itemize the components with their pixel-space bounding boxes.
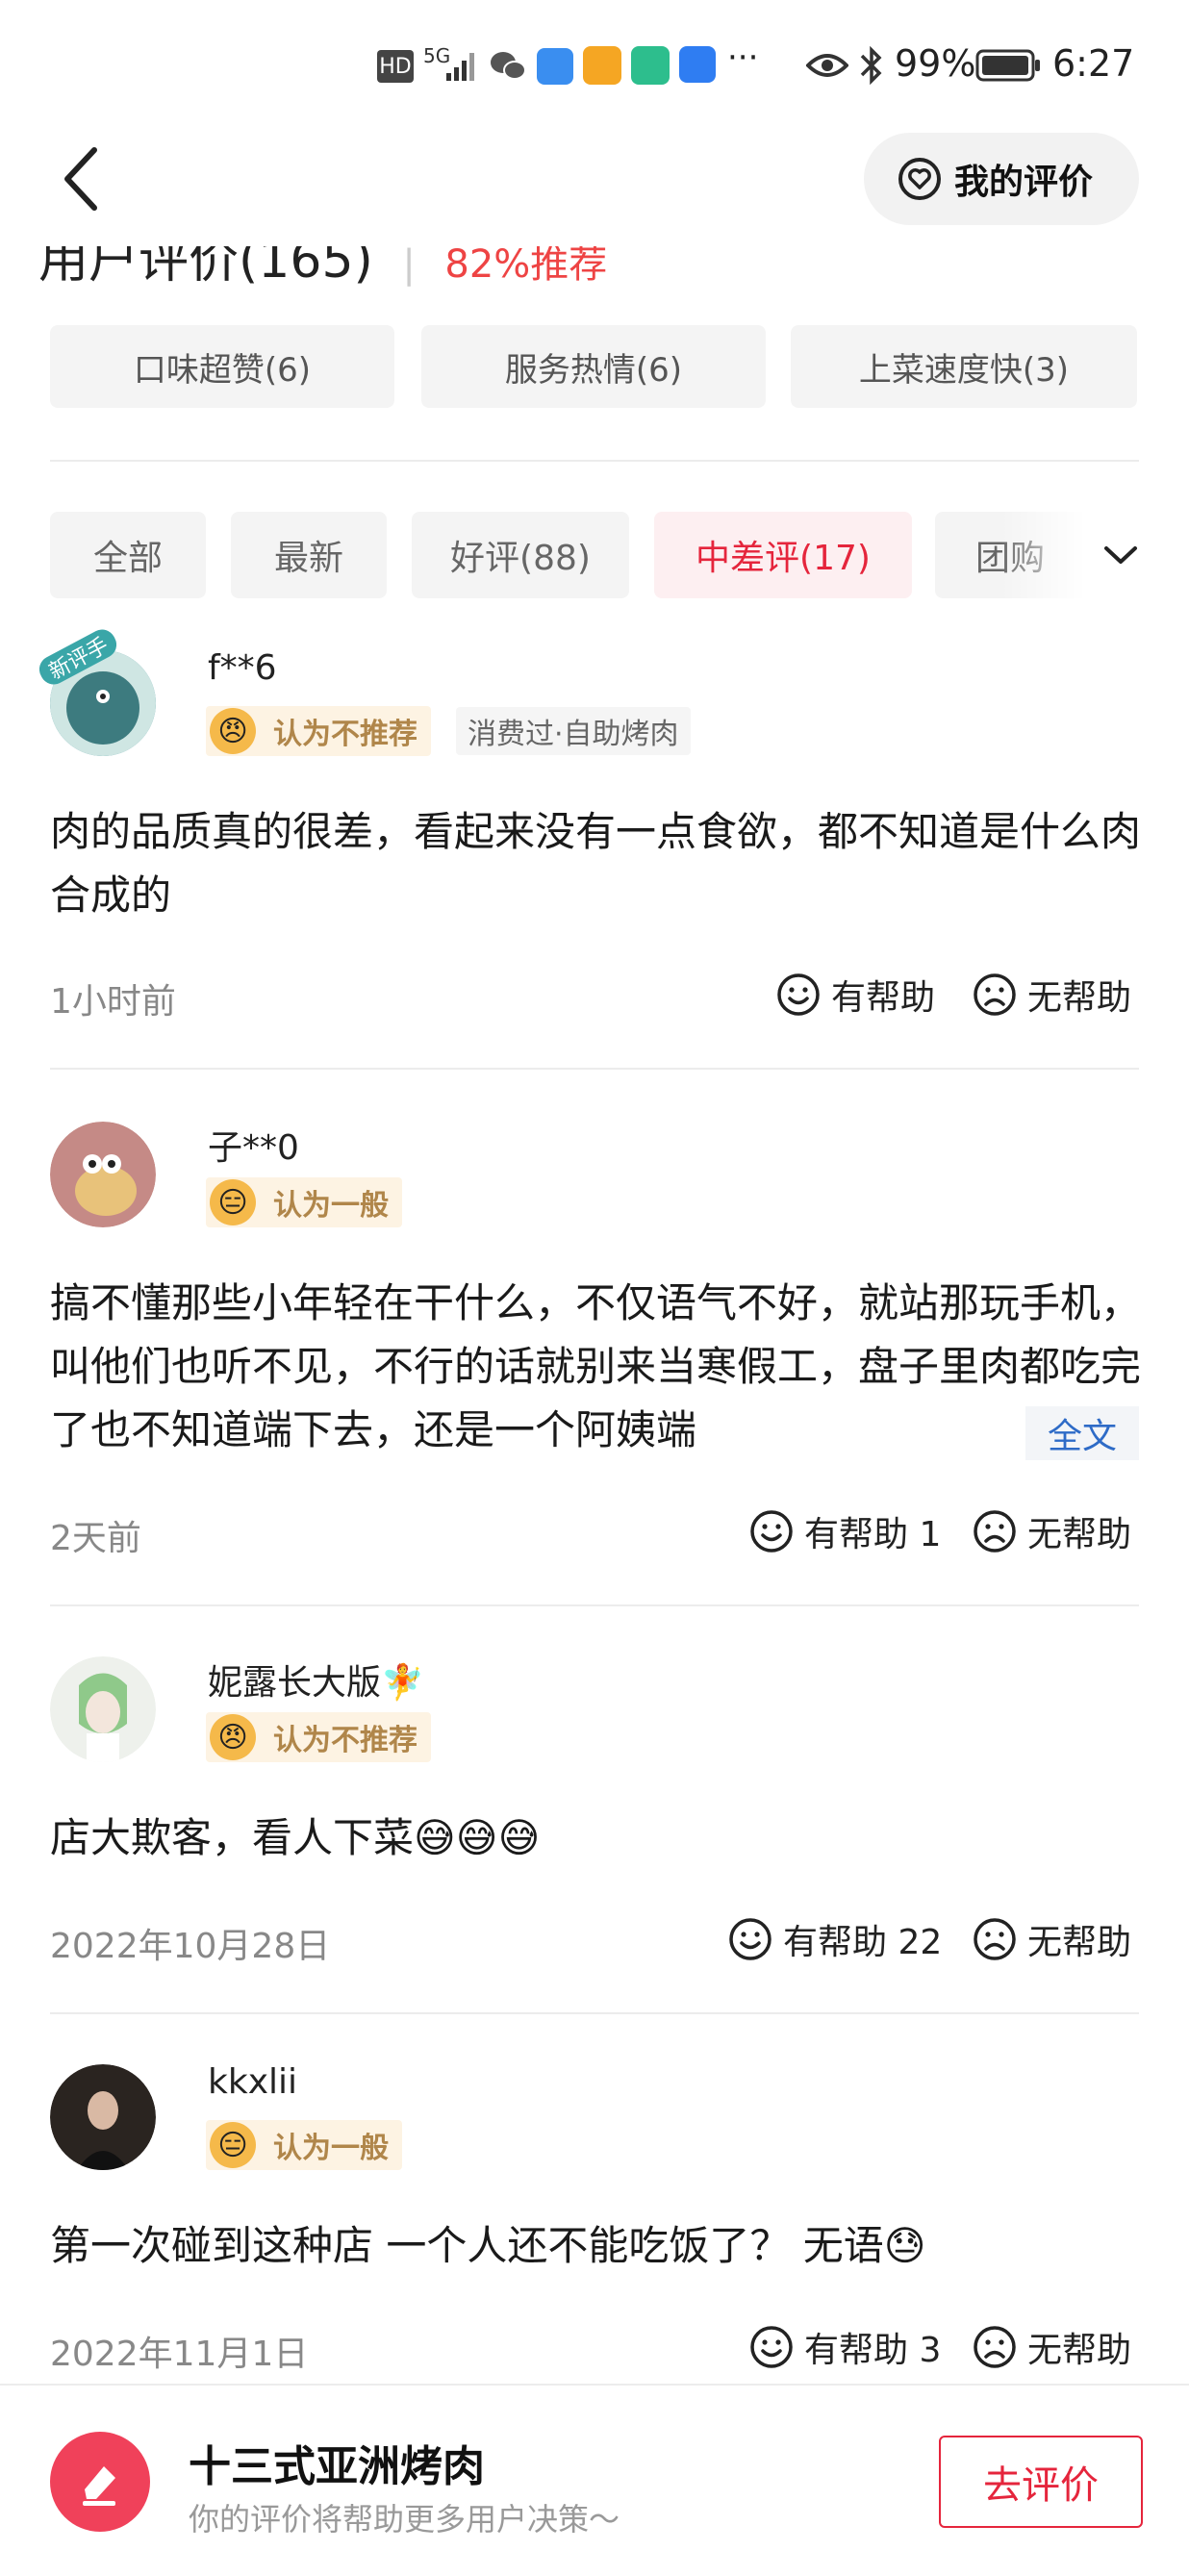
more-notifications: ··· bbox=[727, 38, 759, 77]
app-icon bbox=[679, 46, 716, 83]
tab-all[interactable]: 全部 bbox=[50, 512, 206, 598]
rating-text: 认为不推荐 bbox=[273, 718, 417, 751]
divider bbox=[50, 460, 1139, 462]
review-time: 2022年10月28日 bbox=[50, 1927, 331, 1966]
frown-icon bbox=[974, 1510, 1016, 1553]
divider bbox=[50, 1068, 1139, 1070]
smile-icon bbox=[729, 1918, 772, 1960]
my-review-label: 我的评价 bbox=[954, 163, 1094, 202]
username[interactable]: 妮露长大版🧚 bbox=[208, 1654, 424, 1705]
tag-service[interactable]: 服务热情(6) bbox=[421, 325, 766, 408]
shop-subtitle: 你的评价将帮助更多用户决策～ bbox=[189, 2501, 620, 2538]
neutral-face-icon: 😑 bbox=[210, 2122, 256, 2168]
helpful-button[interactable]: 有帮助 1 bbox=[748, 1506, 941, 1556]
angry-face-icon: 😠 bbox=[210, 708, 256, 754]
bluetooth-icon bbox=[860, 45, 882, 86]
app-icon bbox=[537, 48, 573, 85]
back-button[interactable] bbox=[56, 142, 114, 215]
consumed-badge: 消费过·自助烤肉 bbox=[456, 707, 691, 755]
rating-badge: 😑 认为一般 bbox=[206, 1177, 402, 1227]
tag-fast-serving[interactable]: 上菜速度快(3) bbox=[791, 325, 1137, 408]
helpful-button[interactable]: 有帮助 3 bbox=[748, 2322, 941, 2372]
signal-icon bbox=[446, 53, 474, 81]
eraser-pen-icon bbox=[83, 2466, 115, 2506]
unhelpful-button[interactable]: 无帮助 bbox=[972, 1506, 1131, 1556]
smile-icon bbox=[750, 1510, 793, 1553]
review-text[interactable]: 店大欺客，看人下菜😅😅😅 bbox=[50, 1806, 1147, 1870]
heart-chat-icon bbox=[898, 158, 941, 200]
full-text-link[interactable]: 全文 bbox=[1025, 1406, 1139, 1460]
unhelpful-button[interactable]: 无帮助 bbox=[972, 2322, 1131, 2372]
username[interactable]: kkxlii bbox=[208, 2062, 297, 2102]
avatar[interactable] bbox=[50, 1122, 156, 1227]
review-time: 2天前 bbox=[50, 1519, 141, 1558]
avatar-image bbox=[50, 1122, 156, 1227]
rating-text: 认为一般 bbox=[273, 2132, 389, 2165]
avatar[interactable] bbox=[50, 1656, 156, 1762]
rating-badge: 😠 认为不推荐 bbox=[206, 706, 431, 756]
tag-taste[interactable]: 口味超赞(6) bbox=[50, 325, 394, 408]
recommend-percent: 82%推荐 bbox=[444, 242, 608, 287]
avatar-image bbox=[50, 1656, 156, 1762]
unhelpful-button[interactable]: 无帮助 bbox=[972, 1914, 1131, 1964]
review-time: 1小时前 bbox=[50, 982, 176, 1022]
tab-positive[interactable]: 好评(88) bbox=[412, 512, 629, 598]
text-fade bbox=[923, 1400, 1029, 1467]
chevron-down-icon[interactable] bbox=[1100, 541, 1141, 569]
rating-badge: 😑 认为一般 bbox=[206, 2120, 402, 2170]
app-icon bbox=[631, 46, 670, 85]
review-text[interactable]: 第一次碰到这种店 一个人还不能吃饭了？ 无语😓 bbox=[50, 2214, 1147, 2278]
shop-logo[interactable] bbox=[50, 2432, 150, 2532]
clock: 6:27 bbox=[1052, 42, 1135, 85]
angry-face-icon: 😠 bbox=[210, 1714, 256, 1760]
tab-negative[interactable]: 中差评(17) bbox=[654, 512, 912, 598]
smile-icon bbox=[777, 973, 820, 1016]
review-text[interactable]: 肉的品质真的很差，看起来没有一点食欲，都不知道是什么肉合成的 bbox=[50, 800, 1147, 927]
divider bbox=[50, 2012, 1139, 2014]
frown-icon bbox=[974, 1918, 1016, 1960]
tab-latest[interactable]: 最新 bbox=[231, 512, 387, 598]
avatar-image bbox=[50, 2064, 156, 2170]
neutral-face-icon: 😑 bbox=[210, 1179, 256, 1225]
hd-icon: HD bbox=[377, 50, 414, 83]
wechat-icon bbox=[491, 52, 526, 80]
frown-icon bbox=[974, 973, 1016, 1016]
app-icon bbox=[583, 46, 621, 85]
status-bar: HD 5G ··· 99% 6:27 bbox=[0, 0, 1189, 135]
username[interactable]: 子**0 bbox=[208, 1120, 299, 1170]
tabs-fade bbox=[1000, 500, 1189, 606]
frown-icon bbox=[974, 2326, 1016, 2368]
write-review-button[interactable]: 去评价 bbox=[939, 2436, 1143, 2528]
eye-icon bbox=[806, 54, 848, 77]
my-review-button[interactable]: 我的评价 bbox=[864, 133, 1139, 225]
divider bbox=[50, 1604, 1139, 1606]
avatar[interactable] bbox=[50, 2064, 156, 2170]
helpful-button[interactable]: 有帮助 22 bbox=[727, 1914, 942, 1964]
username[interactable]: f**6 bbox=[208, 648, 277, 688]
rating-text: 认为一般 bbox=[273, 1189, 389, 1223]
smile-icon bbox=[750, 2326, 793, 2368]
battery-icon bbox=[975, 49, 1040, 82]
rating-badge: 😠 认为不推荐 bbox=[206, 1712, 431, 1762]
rating-text: 认为不推荐 bbox=[273, 1724, 417, 1757]
review-time: 2022年11月1日 bbox=[50, 2335, 309, 2374]
battery-percent: 99% bbox=[895, 42, 976, 85]
shop-name: 十三式亚洲烤肉 bbox=[189, 2442, 485, 2491]
helpful-button[interactable]: 有帮助 bbox=[775, 970, 935, 1020]
unhelpful-button[interactable]: 无帮助 bbox=[972, 970, 1131, 1020]
